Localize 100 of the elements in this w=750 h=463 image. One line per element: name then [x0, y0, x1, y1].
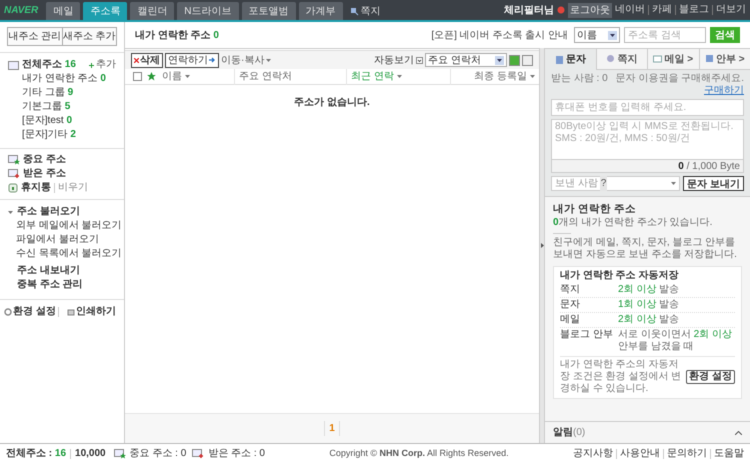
phone-number-field[interactable]: 휴대폰 번호를 입력해 주세요. [551, 99, 744, 116]
collapse-arrow-icon [540, 243, 544, 248]
contact-count: 0개의 내가 연락한 주소가 있습니다. [553, 217, 714, 229]
top-link[interactable]: 카페 [648, 5, 672, 15]
delete-button[interactable]: 삭제 [131, 52, 163, 68]
message-field[interactable]: 80Byte이상 입력 시 MMS로 전환됩니다. SMS : 20원/건, MMS : 50원/건 [551, 119, 744, 159]
address-card-icon [8, 60, 19, 70]
logout-button[interactable]: 로그아웃 [568, 2, 612, 18]
list-view-button[interactable] [509, 54, 520, 66]
footer-link[interactable]: 환경 설정 [4, 305, 56, 319]
total-count: 전체주소 : 16 [6, 447, 66, 461]
footer-link[interactable]: 공지사항 [573, 448, 613, 458]
empty-message: 주소가 없습니다. [294, 96, 370, 110]
notice-link[interactable]: [오픈] 네이버 주소록 출시 안내 [431, 28, 568, 42]
view-label: 자동보기 [374, 54, 414, 68]
group-link[interactable]: [문자]test 0 [8, 114, 116, 128]
search-type-select[interactable]: 이름 [574, 27, 620, 43]
nav-tab[interactable]: 캘린더 [130, 2, 174, 20]
description-text: 친구에게 메일, 쪽지, 문자, 블로그 안부를 보내면 자동으로 보낸 주소를 저장합니다. [553, 237, 738, 261]
collapse-icon[interactable] [735, 430, 742, 434]
top-link[interactable]: 블로그 [675, 5, 709, 15]
group-link[interactable]: 전체주소 16 [22, 58, 76, 72]
help-icon[interactable]: ? [600, 176, 608, 191]
alarm-title: 알림(0) [553, 426, 586, 440]
sender-field[interactable]: 보낸 사람 ? [551, 176, 680, 191]
condition-label: 문자 [560, 299, 581, 311]
address-limit: 10,000 [70, 448, 106, 458]
column-header[interactable]: 최근 연락 [346, 68, 450, 84]
condition-label: 블로그 안부 [560, 329, 614, 342]
folder-link[interactable]: 중요 주소 [23, 153, 66, 167]
condition-value: 2회 이상 발송 [618, 314, 680, 326]
panel-tab[interactable]: 메일 > [647, 49, 698, 70]
condition-label: 메일 [560, 314, 581, 326]
sidebar-button[interactable]: 내주소 관리 [7, 27, 62, 46]
group-link[interactable]: [문자]기타 2 [8, 128, 116, 142]
sidebar-button[interactable]: 새주소 추가 [62, 27, 117, 46]
column-header[interactable]: 주요 연락처 [234, 68, 346, 84]
tool-link[interactable]: 주소 내보내기 [8, 264, 116, 278]
star-icon [147, 72, 156, 81]
search-field[interactable]: 주소록 검색 [624, 27, 706, 43]
group-link[interactable]: 기타 그룹 9 [8, 86, 116, 100]
import-link[interactable]: 수신 목록에서 불러오기 [16, 247, 122, 261]
nav-tab[interactable]: 포토앨범 [242, 2, 296, 20]
folder-link[interactable]: 받은 주소 [23, 167, 66, 181]
settings-button[interactable]: 환경 설정 [686, 370, 735, 384]
purchase-note: 문자 이용권을 구매해주세요. [616, 73, 744, 85]
column-header[interactable]: 최종 등록일 [450, 68, 539, 84]
recipient-count: 받는 사람 : 0 [551, 73, 608, 85]
dropdown-icon [416, 56, 423, 64]
top-link[interactable]: 네이버 [615, 5, 645, 15]
footer-link[interactable]: 사용안내 [616, 448, 660, 458]
received-count: 받은 주소 : 0 [208, 447, 265, 461]
empty-trash-link[interactable]: 비우기 [54, 183, 88, 193]
caret-icon [266, 58, 272, 62]
dropdown-icon [608, 30, 617, 40]
condition-label: 쪽지 [560, 284, 581, 296]
panel-tab[interactable]: 쪽지 [596, 49, 647, 70]
dropdown-icon [495, 56, 504, 64]
naver-logo[interactable]: NAVER [4, 2, 38, 18]
arrow-icon [209, 57, 216, 63]
sort-caret-icon [530, 75, 535, 78]
nav-tab[interactable]: N드라이브 [177, 2, 238, 20]
folder-link[interactable]: 휴지통 [21, 181, 51, 195]
plus-icon [89, 62, 94, 68]
view-select[interactable]: 주요 연락처 [425, 53, 507, 67]
condition-value: 2회 이상 발송 [618, 284, 680, 296]
add-group-link[interactable]: 추가 [89, 58, 116, 72]
caret-icon [671, 182, 676, 185]
footer-link[interactable]: 도움말 [710, 448, 744, 458]
sort-caret-icon [185, 75, 190, 78]
contact-button[interactable]: 연락하기 [165, 52, 219, 68]
grid-view-button[interactable] [522, 54, 533, 66]
sort-caret-icon [396, 75, 402, 78]
import-toggle[interactable]: 주소 불러오기 [17, 205, 80, 219]
panel-tab[interactable]: 안부 > [698, 49, 750, 70]
purchase-link[interactable]: 구매하기 [704, 85, 744, 97]
column-header[interactable]: 이름 [162, 68, 234, 84]
nav-tab[interactable]: 메일 [46, 2, 80, 20]
group-link[interactable]: 내가 연락한 주소 0 [8, 72, 116, 86]
card-plus-icon [8, 169, 20, 179]
card-title: 내가 연락한 주소 자동저장 [560, 270, 680, 282]
caret-icon[interactable] [8, 210, 13, 214]
move-copy-button[interactable]: 이동·복사 [221, 52, 272, 68]
tool-link[interactable]: 중복 주소 관리 [8, 278, 116, 292]
memo-link[interactable]: 쪽지 [346, 2, 384, 20]
condition-value: 서로 이웃이면서 2회 이상 안부를 남겼을 때 [618, 329, 733, 353]
important-count: 중요 주소 : 0 [130, 447, 186, 461]
close-icon [134, 58, 139, 62]
footer-link[interactable]: 문의하기 [663, 448, 707, 458]
import-link[interactable]: 파일에서 불러오기 [16, 233, 99, 247]
top-link[interactable]: 더보기 [712, 5, 746, 15]
send-sms-button[interactable]: 문자 보내기 [683, 176, 744, 191]
group-link[interactable]: 기본그룹 5 [8, 100, 116, 114]
user-name: 체리필터님 [504, 4, 554, 18]
section-title: 내가 연락한 주소 [553, 203, 637, 215]
byte-counter: 0 / 1,000 Byte [551, 159, 744, 173]
import-link[interactable]: 외부 메일에서 불러오기 [16, 219, 122, 233]
select-all-checkbox[interactable] [133, 72, 142, 81]
footer-link[interactable]: 인쇄하기 [58, 307, 116, 317]
nav-tab[interactable]: 가계부 [298, 2, 342, 20]
